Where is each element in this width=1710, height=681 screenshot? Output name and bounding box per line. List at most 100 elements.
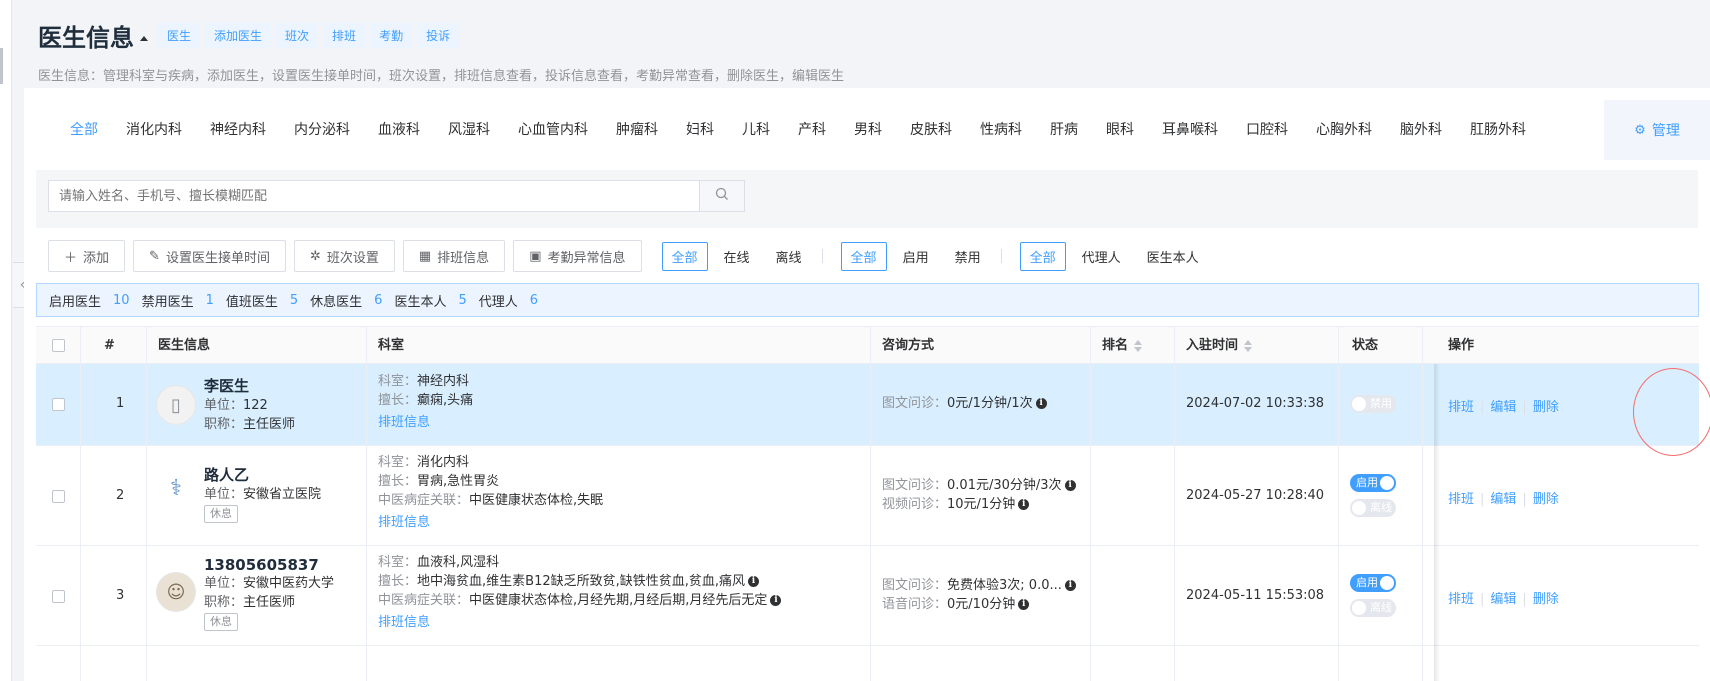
- agent-filter: 全部 代理人 医生本人: [1019, 241, 1215, 271]
- dept-tab[interactable]: 肿瘤科: [616, 119, 658, 139]
- dept-tab[interactable]: 肛肠外科: [1470, 119, 1526, 139]
- dept-tab[interactable]: 口腔科: [1246, 119, 1288, 139]
- toggle-knob: [1352, 397, 1366, 411]
- agent-filter-self[interactable]: 医生本人: [1137, 242, 1209, 271]
- col-joined[interactable]: 入驻时间: [1186, 327, 1253, 365]
- dept-tab[interactable]: 内分泌科: [294, 119, 350, 139]
- set-order-time-button[interactable]: ✎ 设置医生接单时间: [133, 240, 286, 272]
- row-index: 1: [116, 396, 125, 411]
- enabled-filter-all[interactable]: 全部: [840, 241, 887, 271]
- dept-tab[interactable]: 消化内科: [126, 119, 182, 139]
- online-filter: 全部 在线 离线: [661, 241, 829, 271]
- dept-tab[interactable]: 产科: [798, 119, 826, 139]
- table-row[interactable]: 1 ▯ 李医生 单位：122 职称：主任医师 科室：神经内科 擅长：癫痫,头痛 …: [36, 364, 1699, 446]
- schedule-info-link[interactable]: 排班信息: [378, 413, 473, 432]
- dept-tab[interactable]: 眼科: [1106, 119, 1134, 139]
- edit-button[interactable]: 编辑: [1490, 492, 1516, 507]
- agent-filter-all[interactable]: 全部: [1019, 241, 1066, 271]
- dept-tab[interactable]: 耳鼻喉科: [1162, 119, 1218, 139]
- shift-settings-button[interactable]: ✲ 班次设置: [293, 240, 395, 272]
- schedule-button[interactable]: 排班: [1448, 592, 1474, 607]
- add-doctor-button[interactable]: ＋ 添加: [48, 240, 126, 272]
- schedule-info-button[interactable]: ▦ 排班信息: [402, 240, 506, 272]
- table-row[interactable]: 2 ⚕ 路人乙 单位：安徽省立医院 休息 科室：消化内科 擅长：胃病,急性胃炎 …: [36, 446, 1699, 546]
- select-all-checkbox[interactable]: [52, 339, 65, 352]
- avatar: ⚕: [156, 468, 196, 508]
- col-rank[interactable]: 排名: [1102, 327, 1143, 365]
- rest-badge: 休息: [204, 613, 238, 631]
- quick-tag-add-doctor[interactable]: 添加医生: [205, 23, 272, 48]
- search-input[interactable]: [48, 180, 700, 212]
- manage-departments-button[interactable]: ⚙ 管理: [1604, 100, 1710, 160]
- agent-filter-agent[interactable]: 代理人: [1072, 242, 1131, 271]
- dept-tab[interactable]: 皮肤科: [910, 119, 952, 139]
- stat-value: 6: [529, 292, 539, 308]
- schedule-info-link[interactable]: 排班信息: [378, 613, 781, 632]
- info-icon[interactable]: i: [1064, 580, 1076, 591]
- schedule-info-link[interactable]: 排班信息: [378, 513, 603, 532]
- quick-tag-shift[interactable]: 班次: [276, 23, 319, 48]
- quick-tag-attendance[interactable]: 考勤: [370, 23, 413, 48]
- edit-icon: ✎: [149, 248, 160, 264]
- edit-button[interactable]: 编辑: [1490, 592, 1516, 607]
- schedule-button[interactable]: 排班: [1448, 400, 1474, 415]
- info-icon[interactable]: i: [1035, 398, 1047, 409]
- stat-value: 1: [205, 292, 214, 308]
- sort-icon[interactable]: [1134, 339, 1143, 352]
- title-label: 职称：: [204, 595, 244, 610]
- dept-tab[interactable]: 心胸外科: [1316, 119, 1372, 139]
- dept-tab[interactable]: 神经内科: [210, 119, 266, 139]
- dept-tab-all[interactable]: 全部: [70, 119, 98, 139]
- edit-button[interactable]: 编辑: [1490, 400, 1516, 415]
- row-dept: 血液科,风湿科: [417, 555, 500, 570]
- info-icon[interactable]: i: [1018, 499, 1030, 510]
- delete-button[interactable]: 删除: [1533, 492, 1559, 507]
- info-icon[interactable]: i: [1064, 480, 1076, 491]
- row-checkbox[interactable]: [52, 590, 65, 603]
- doctor-photo-icon: ☺: [166, 581, 186, 603]
- dept-tab[interactable]: 妇科: [686, 119, 714, 139]
- doctor-unit: 安徽中医药大学: [243, 576, 335, 591]
- online-filter-online[interactable]: 在线: [714, 242, 760, 271]
- info-icon[interactable]: i: [1018, 599, 1030, 610]
- delete-button[interactable]: 删除: [1533, 400, 1559, 415]
- stat-value: 5: [458, 292, 467, 308]
- online-toggle[interactable]: 离线: [1350, 499, 1396, 517]
- quick-tag-complaint[interactable]: 投诉: [417, 23, 460, 48]
- table-header: # 医生信息 科室 咨询方式 排名 入驻时间 状态 操作: [36, 326, 1699, 364]
- dept-tab[interactable]: 脑外科: [1400, 119, 1442, 139]
- status-toggle[interactable]: 禁用: [1350, 395, 1396, 413]
- dept-tab[interactable]: 血液科: [378, 119, 420, 139]
- info-icon[interactable]: i: [748, 576, 760, 587]
- stats-bar: 启用医生 10 禁用医生 1 值班医生 5 休息医生 6 医生本人 5 代理人 6: [36, 283, 1699, 317]
- quick-tag-schedule[interactable]: 排班: [323, 23, 366, 48]
- enabled-filter-enabled[interactable]: 启用: [893, 242, 939, 271]
- enabled-filter-disabled[interactable]: 禁用: [945, 242, 991, 271]
- info-icon[interactable]: i: [770, 595, 782, 606]
- dept-tab[interactable]: 儿科: [742, 119, 770, 139]
- search-button[interactable]: [700, 180, 745, 212]
- dept-tab[interactable]: 肝病: [1050, 119, 1078, 139]
- online-toggle[interactable]: 离线: [1350, 599, 1396, 617]
- divider: |: [1522, 592, 1527, 607]
- row-checkbox[interactable]: [52, 398, 65, 411]
- sort-icon[interactable]: [1244, 339, 1253, 352]
- dept-tab[interactable]: 性病科: [980, 119, 1022, 139]
- quick-tag-doctor[interactable]: 医生: [158, 23, 201, 48]
- caret-up-icon[interactable]: [140, 36, 148, 41]
- table-row[interactable]: 3 ☺ 13805605837 单位：安徽中医药大学 职称：主任医师 休息 科室…: [36, 546, 1699, 646]
- status-toggle[interactable]: 启用: [1350, 474, 1396, 492]
- status-toggle[interactable]: 启用: [1350, 574, 1396, 592]
- attendance-anomaly-button[interactable]: ▣ 考勤异常信息: [513, 240, 642, 272]
- row-checkbox[interactable]: [52, 490, 65, 503]
- dept-tab[interactable]: 男科: [854, 119, 882, 139]
- doctor-icon: ▯: [171, 394, 181, 416]
- online-filter-all[interactable]: 全部: [661, 241, 708, 271]
- row-operations: 排班 | 编辑 | 删除: [1448, 488, 1559, 507]
- dept-tab[interactable]: 风湿科: [448, 119, 490, 139]
- delete-button[interactable]: 删除: [1533, 592, 1559, 607]
- consult-value: 0元/1分钟/1次: [947, 396, 1033, 411]
- schedule-button[interactable]: 排班: [1448, 492, 1474, 507]
- dept-tab[interactable]: 心血管内科: [518, 119, 588, 139]
- online-filter-offline[interactable]: 离线: [766, 242, 812, 271]
